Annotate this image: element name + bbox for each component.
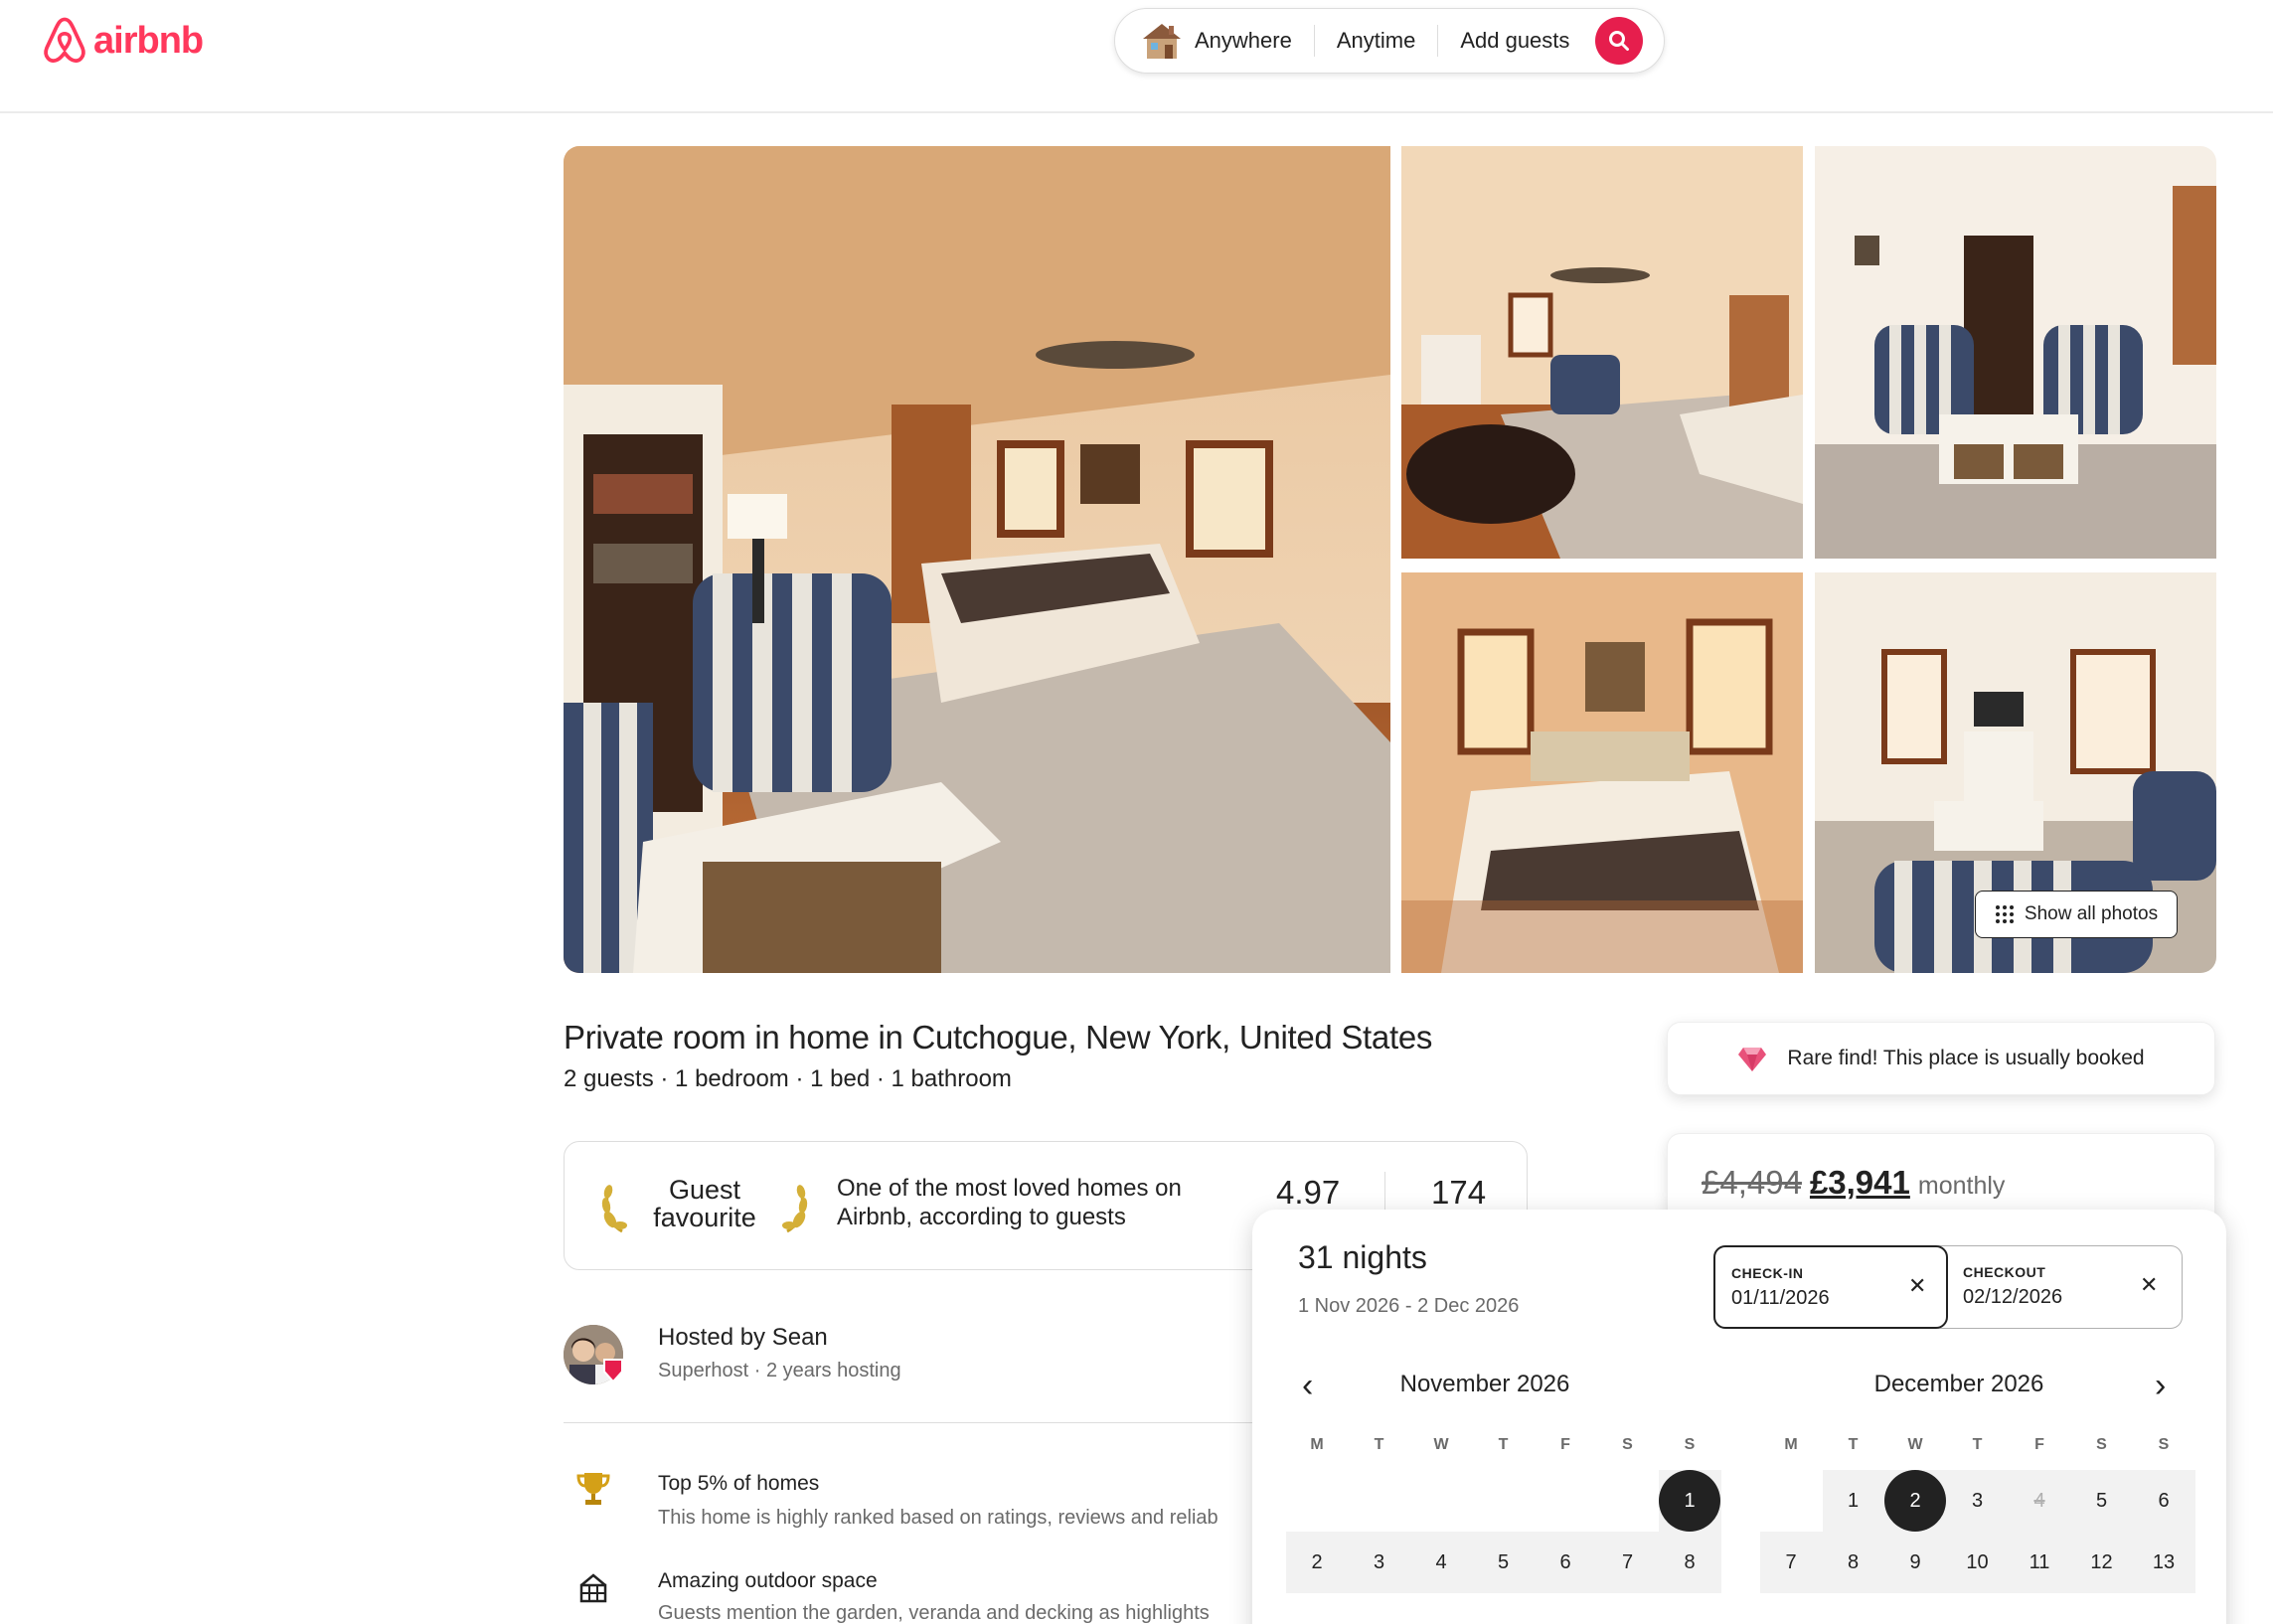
calendar-day[interactable]: 8	[1823, 1532, 1884, 1593]
outdoor-icon	[579, 1573, 607, 1603]
calendar-day[interactable]: 8	[1659, 1532, 1720, 1593]
nights-range: 1 Nov 2026 - 2 Dec 2026	[1298, 1295, 1520, 1317]
weekday-label: M	[1784, 1436, 1798, 1453]
checkin-field[interactable]: CHECK-IN 01/11/2026 ✕	[1713, 1245, 1948, 1329]
weekday-label: T	[1972, 1436, 1983, 1453]
checkout-label: CHECKOUT	[1963, 1264, 2046, 1280]
main-photo[interactable]	[564, 146, 1390, 973]
month-title: November 2026	[1399, 1371, 1570, 1397]
weekday-label: W	[1907, 1436, 1923, 1453]
clear-checkout-icon[interactable]: ✕	[2140, 1272, 2158, 1298]
calendar-day[interactable]: 2	[1286, 1532, 1348, 1593]
weekday-label: S	[2158, 1436, 2170, 1453]
show-all-photos-label: Show all photos	[2024, 903, 2159, 924]
diamond-icon	[1738, 1048, 1767, 1071]
calendar-day[interactable]: 13	[2133, 1532, 2194, 1593]
guest-favourite-description: One of the most loved homes on Airbnb, a…	[837, 1175, 1182, 1230]
house-icon	[1143, 24, 1181, 59]
date-picker-popover: 31 nights 1 Nov 2026 - 2 Dec 2026 CHECK-…	[1252, 1210, 2226, 1624]
listing-subtitle: 2 guests · 1 bedroom · 1 bed · 1 bathroo…	[564, 1065, 1012, 1092]
search-bar[interactable]: Anywhere Anytime Add guests	[1114, 8, 1665, 74]
trophy-icon	[576, 1473, 610, 1505]
top-header: airbnb Anywhere Anytime Add guests	[0, 0, 2273, 113]
weekday-label: F	[2034, 1436, 2044, 1453]
rare-find-card: Rare find! This place is usually booked	[1667, 1022, 2215, 1095]
rare-find-text: Rare find! This place is usually booked	[1787, 1047, 2145, 1069]
calendar-day[interactable]: 6	[2133, 1470, 2194, 1532]
weekday-label: T	[1374, 1436, 1384, 1453]
photo-3[interactable]	[1815, 146, 2216, 559]
guest-favourite-badge: Guest favourite	[600, 1170, 809, 1243]
calendar-day[interactable]: 5	[1473, 1532, 1535, 1593]
clear-checkin-icon[interactable]: ✕	[1908, 1273, 1926, 1299]
host-name: Hosted by Sean	[658, 1324, 828, 1351]
show-all-photos-button[interactable]: Show all photos	[1975, 891, 2178, 938]
where-label: Anywhere	[1195, 28, 1292, 53]
badge-line-2: favourite	[653, 1203, 756, 1232]
original-price: £4,494	[1702, 1164, 1802, 1201]
search-icon	[1609, 31, 1630, 51]
nights-count: 31 nights	[1298, 1239, 1427, 1275]
month-title: December 2026	[1873, 1371, 2044, 1397]
calendar-day[interactable]: 10	[1947, 1532, 2009, 1593]
weekday-label: T	[1848, 1436, 1859, 1453]
calendar-day[interactable]: 9	[1884, 1532, 1946, 1593]
weekday-label: M	[1310, 1436, 1324, 1453]
date-inputs: CHECK-IN 01/11/2026 ✕ CHECKOUT 02/12/202…	[1713, 1245, 2183, 1329]
airbnb-logo[interactable]: airbnb	[42, 16, 204, 66]
calendar-day[interactable]: 4	[1410, 1532, 1472, 1593]
listing-title: Private room in home in Cutchogue, New Y…	[564, 1019, 1433, 1056]
photo-2[interactable]	[1401, 146, 1803, 559]
calendar-day[interactable]: 5	[2071, 1470, 2133, 1532]
price-row: £4,494 £3,941 monthly	[1702, 1164, 2005, 1202]
laurel-left-icon	[601, 1185, 627, 1233]
calendar-day[interactable]: 1	[1823, 1470, 1884, 1532]
superhost-badge-icon	[603, 1359, 623, 1383]
checkin-label: CHECK-IN	[1731, 1265, 1804, 1281]
calendar-day[interactable]: 3	[1947, 1470, 2009, 1532]
laurel-right-icon	[782, 1185, 808, 1233]
checkout-field[interactable]: CHECKOUT 02/12/2026 ✕	[1947, 1246, 2182, 1328]
calendar-day[interactable]: 6	[1535, 1532, 1596, 1593]
guest-favourite-label: Guest favourite	[640, 1176, 769, 1231]
highlight-title-2: Amazing outdoor space	[658, 1569, 878, 1592]
highlight-title-1: Top 5% of homes	[658, 1472, 820, 1495]
rating-value: 4.97	[1276, 1174, 1341, 1211]
grid-dots-icon	[1995, 905, 2014, 923]
calendar-day: 4	[2033, 1490, 2045, 1512]
airbnb-logo-icon	[44, 17, 85, 63]
weekday-label: S	[2096, 1436, 2107, 1453]
weekday-label: S	[1684, 1436, 1696, 1453]
search-where[interactable]: Anywhere	[1115, 24, 1314, 59]
search-button[interactable]	[1595, 17, 1644, 65]
weekday-label: F	[1560, 1436, 1570, 1453]
calendar-day[interactable]: 12	[2071, 1532, 2133, 1593]
discounted-price[interactable]: £3,941	[1810, 1164, 1910, 1202]
calendar-day[interactable]: 11	[2009, 1532, 2070, 1593]
photo-4[interactable]	[1401, 572, 1803, 973]
badge-line-1: Guest	[668, 1175, 741, 1205]
calendar-day[interactable]: 1	[1659, 1470, 1720, 1532]
price-unit: monthly	[1917, 1172, 2006, 1200]
calendar-day[interactable]: 7	[1597, 1532, 1659, 1593]
highlight-desc-1: This home is highly ranked based on rati…	[658, 1507, 1218, 1529]
host-details: Superhost · 2 years hosting	[658, 1360, 901, 1381]
calendar-day[interactable]: 2	[1884, 1470, 1946, 1532]
reviews-count[interactable]: 174	[1431, 1174, 1486, 1212]
highlight-desc-2: Guests mention the garden, veranda and d…	[658, 1602, 1210, 1624]
checkout-value: 02/12/2026	[1963, 1286, 2063, 1308]
weekday-label: T	[1498, 1436, 1509, 1453]
calendar-day[interactable]: 7	[1760, 1532, 1822, 1593]
logo-text: airbnb	[93, 19, 204, 62]
weekday-label: W	[1433, 1436, 1449, 1453]
section-divider	[564, 1422, 1259, 1423]
checkin-value: 01/11/2026	[1731, 1287, 1830, 1309]
weekday-label: S	[1622, 1436, 1633, 1453]
calendar-day[interactable]: 3	[1349, 1532, 1410, 1593]
search-when[interactable]: Anytime	[1315, 25, 1437, 57]
photo-gallery	[564, 146, 2216, 973]
search-who[interactable]: Add guests	[1438, 25, 1591, 57]
